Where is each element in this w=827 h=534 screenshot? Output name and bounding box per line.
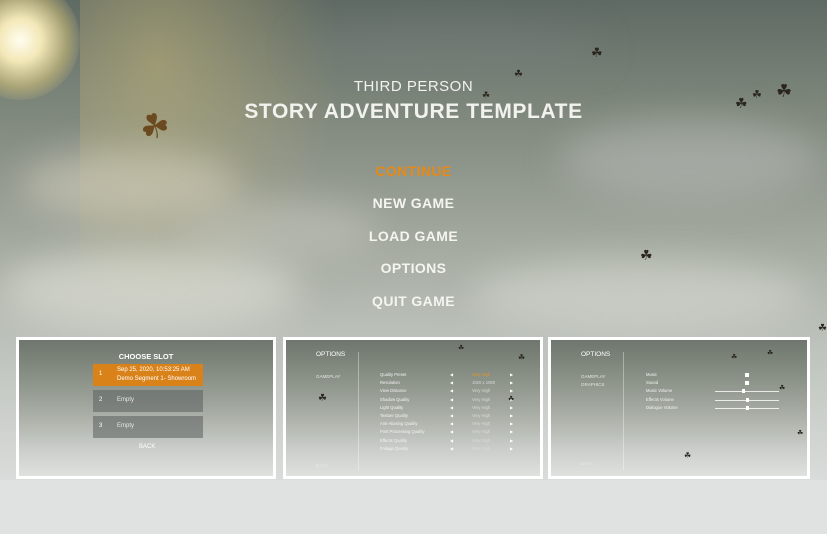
- arrow-left-icon[interactable]: ◀: [450, 413, 453, 418]
- cloud: [300, 20, 600, 80]
- back-label: BACK: [581, 461, 594, 466]
- sidebar-item-gameplay: GAMEPLAY: [581, 374, 606, 379]
- volume-slider-handle[interactable]: [745, 405, 749, 410]
- maple-leaf-icon: ☘: [318, 393, 327, 404]
- arrow-left-icon[interactable]: ◀: [450, 380, 453, 385]
- options-heading: OPTIONS: [316, 351, 346, 358]
- game-subtitle: THIRD PERSON: [353, 78, 474, 95]
- slot-description: Demo Segment 1- Showroom: [117, 376, 197, 382]
- arrow-left-icon[interactable]: ◀: [450, 421, 453, 426]
- option-label: Anti-Aliasing Quality: [380, 421, 418, 427]
- arrow-right-icon[interactable]: ▶: [510, 405, 513, 410]
- slot-date: Sep 25, 2020, 10:53:25 AM: [117, 367, 190, 373]
- arrow-left-icon[interactable]: ◀: [450, 429, 453, 434]
- menu-new-game-button[interactable]: NEW GAME: [0, 190, 827, 222]
- maple-leaf-icon: ☘: [518, 353, 526, 362]
- audio-options-screenshot: OPTIONS GAMEPLAY GRAPHICS Music Sound Musi…: [548, 337, 810, 479]
- volume-slider-track[interactable]: [715, 391, 779, 393]
- save-slot: 2 Empty: [93, 390, 203, 412]
- options-heading: OPTIONS: [581, 351, 611, 358]
- slot-number: 2: [99, 397, 103, 403]
- maple-leaf-icon: ☘: [508, 396, 515, 403]
- option-value: Very High: [472, 421, 491, 427]
- option-label: Post Processing Quality: [380, 429, 425, 435]
- option-label: Dialogue Volume: [646, 404, 678, 410]
- menu-continue-button[interactable]: CONTINUE: [0, 158, 827, 190]
- sidebar-item-gameplay: GAMEPLAY: [316, 374, 341, 379]
- option-value: Very High: [472, 437, 491, 443]
- option-label: Music Volume: [646, 388, 673, 394]
- option-label: View Distance: [380, 388, 407, 394]
- back-label: BACK: [139, 444, 156, 450]
- maple-leaf-icon: ☘: [779, 385, 786, 392]
- arrow-left-icon[interactable]: ◀: [450, 372, 453, 377]
- option-label: Resolution: [380, 380, 400, 386]
- sidebar-item-graphics: GRAPHICS: [581, 382, 605, 387]
- arrow-right-icon[interactable]: ▶: [510, 413, 513, 418]
- arrow-right-icon[interactable]: ▶: [510, 380, 513, 385]
- arrow-right-icon[interactable]: ▶: [510, 446, 513, 451]
- slot-number: 3: [99, 423, 103, 429]
- menu-load-game-button[interactable]: LOAD GAME: [0, 223, 827, 255]
- option-value: Very High: [472, 388, 491, 394]
- option-value: Very High: [472, 404, 491, 410]
- graphics-options-screenshot: OPTIONS GAMEPLAY ☘ Quality Preset ◀ Very H…: [283, 337, 543, 479]
- option-label: Foliage Quality: [380, 445, 408, 451]
- option-label: Music: [646, 372, 657, 377]
- option-label: Sound: [646, 380, 659, 386]
- option-value: Very High: [472, 413, 491, 418]
- maple-leaf-icon: ☘: [818, 323, 827, 334]
- volume-slider-handle[interactable]: [745, 397, 749, 402]
- arrow-right-icon[interactable]: ▶: [510, 421, 513, 426]
- maple-leaf-icon: ☘: [458, 345, 465, 352]
- arrow-right-icon[interactable]: ▶: [510, 429, 513, 434]
- game-title: STORY ADVENTURE TEMPLATE: [244, 100, 583, 123]
- choose-slot-screenshot: CHOOSE SLOT 1 Sep 25, 2020, 10:53:25 AM …: [16, 337, 276, 479]
- main-menu: CONTINUE NEW GAME LOAD GAME OPTIONS QUIT…: [0, 158, 827, 320]
- option-value: Very High: [472, 429, 491, 435]
- option-label: Effects Volume: [646, 396, 674, 402]
- maple-leaf-icon: ☘: [591, 45, 603, 60]
- option-label: Texture Quality: [380, 413, 408, 418]
- arrow-left-icon[interactable]: ◀: [450, 446, 453, 451]
- option-value: 1920 x 1080: [472, 380, 496, 386]
- slot-description: Empty: [117, 423, 135, 429]
- arrow-left-icon[interactable]: ◀: [450, 388, 453, 393]
- arrow-right-icon[interactable]: ▶: [510, 438, 513, 443]
- menu-options-button[interactable]: OPTIONS: [0, 255, 827, 287]
- option-value: Very High: [472, 396, 491, 402]
- option-label: Effects Quality: [380, 437, 407, 443]
- maple-leaf-icon: ☘: [797, 430, 804, 437]
- maple-leaf-icon: ☘: [731, 354, 738, 361]
- ground-haze: [0, 480, 827, 534]
- options-divider: [358, 352, 359, 470]
- option-label: Shadow Quality: [380, 396, 410, 402]
- arrow-left-icon[interactable]: ◀: [450, 438, 453, 443]
- arrow-left-icon[interactable]: ◀: [450, 405, 453, 410]
- save-slot: 1 Sep 25, 2020, 10:53:25 AM Demo Segment…: [93, 364, 203, 386]
- menu-quit-game-button[interactable]: QUIT GAME: [0, 288, 827, 320]
- option-label: Light Quality: [380, 404, 404, 410]
- choose-slot-title: CHOOSE SLOT: [118, 352, 174, 361]
- maple-leaf-icon: ☘: [767, 350, 774, 357]
- save-slot: 3 Empty: [93, 416, 203, 438]
- maple-leaf-icon: ☘: [684, 451, 692, 460]
- slot-number: 1: [99, 371, 103, 377]
- arrow-left-icon[interactable]: ◀: [450, 397, 453, 402]
- back-label: BACK: [316, 463, 329, 468]
- arrow-right-icon[interactable]: ▶: [510, 372, 513, 377]
- options-divider: [623, 352, 624, 470]
- option-value: Very High: [472, 445, 491, 451]
- volume-slider-handle[interactable]: [742, 389, 746, 394]
- arrow-right-icon[interactable]: ▶: [510, 388, 513, 393]
- slot-description: Empty: [117, 397, 135, 403]
- option-checkbox[interactable]: [745, 381, 749, 386]
- option-checkbox[interactable]: [745, 373, 749, 377]
- option-value: Very High: [472, 372, 491, 377]
- option-label: Quality Preset: [380, 372, 407, 377]
